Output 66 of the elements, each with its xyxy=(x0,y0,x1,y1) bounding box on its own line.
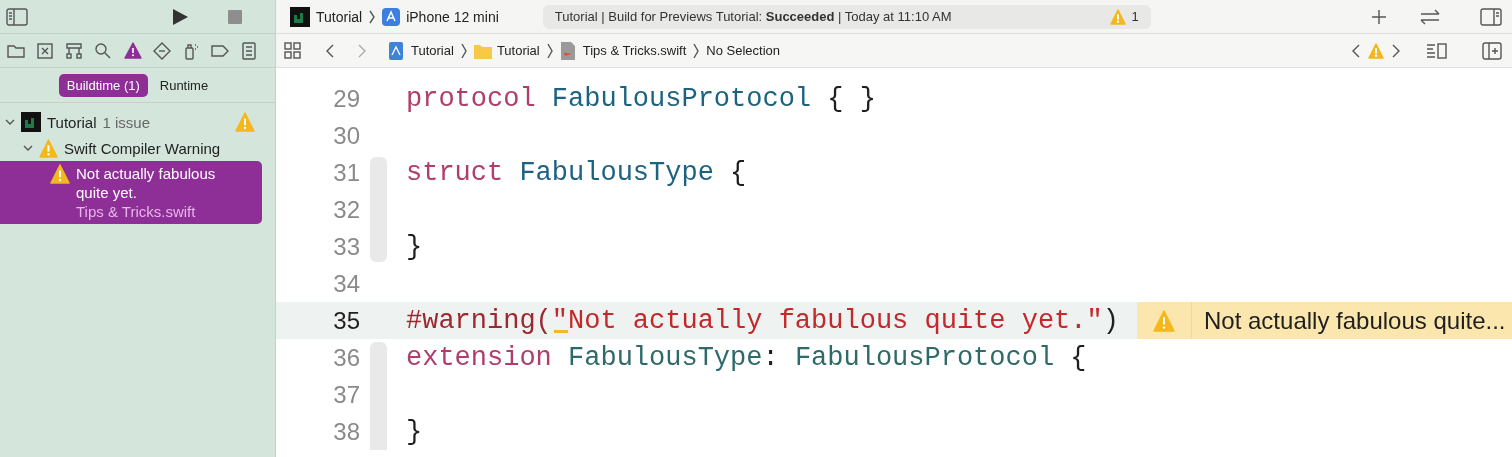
back-icon[interactable] xyxy=(324,42,336,59)
swap-arrows-icon[interactable] xyxy=(1418,7,1442,26)
stop-icon[interactable] xyxy=(227,8,243,25)
code-line: } xyxy=(406,416,423,447)
segment-tab[interactable]: Buildtime (1) xyxy=(58,73,148,97)
list-icon[interactable] xyxy=(239,40,259,61)
line-number: 33 xyxy=(332,232,360,261)
x-box-icon[interactable] xyxy=(35,40,56,61)
breadcrumb-item[interactable]: Tutorial xyxy=(411,43,454,58)
line-number: 36 xyxy=(332,343,360,372)
code-line: } xyxy=(406,231,423,262)
line-number: 38 xyxy=(332,417,360,446)
warning-icon[interactable] xyxy=(122,40,143,61)
code-line: extension FabulousType: FabulousProtocol { xyxy=(406,342,1087,373)
app-icon xyxy=(290,6,310,27)
line-number: 34 xyxy=(332,269,360,298)
warning-icon xyxy=(235,112,255,132)
line-number: 37 xyxy=(332,380,360,409)
warning-icon xyxy=(50,164,70,184)
chevron-icon xyxy=(459,41,468,60)
file-name: Tips & Tricks.swift xyxy=(76,202,197,221)
hierarchy-icon[interactable] xyxy=(64,40,85,61)
forward-icon[interactable] xyxy=(1390,42,1402,59)
line-number: 29 xyxy=(332,84,360,113)
issue-message: Not actually fabulous quite yet. xyxy=(76,164,217,202)
code-line: #warning("Not actually fabulous quite yet.") xyxy=(406,305,1119,336)
disclosure-icon[interactable] xyxy=(5,117,15,127)
warning-icon xyxy=(39,138,58,158)
add-editor-icon[interactable] xyxy=(1482,41,1502,60)
segment-tab[interactable]: Runtime xyxy=(151,73,217,97)
code-line: struct FabulousType { xyxy=(406,157,747,188)
breadcrumb-item[interactable]: Tips & Tricks.swift xyxy=(582,43,687,58)
breadcrumb-item[interactable]: Tutorial xyxy=(496,43,540,58)
chevron-icon xyxy=(368,8,377,25)
issue-count: 1 issue xyxy=(102,113,150,131)
breadcrumb-item[interactable]: No Selection xyxy=(706,43,780,58)
issue-row[interactable]: Not actually fabulous quite yet. Tips & Tricks.swift xyxy=(0,161,262,224)
project-icon xyxy=(388,41,406,60)
line-number: 35 xyxy=(332,306,360,335)
scheme-name[interactable]: Tutorial xyxy=(316,8,363,25)
app-icon xyxy=(21,112,41,132)
device-name[interactable]: iPhone 12 mini xyxy=(406,8,499,25)
line-number: 31 xyxy=(332,158,360,187)
tree-item[interactable]: Swift Compiler Warning xyxy=(64,139,221,157)
tree-item[interactable]: Tutorial xyxy=(47,113,97,131)
chevron-icon xyxy=(545,41,554,60)
line-number: 32 xyxy=(332,195,360,224)
warning-icon xyxy=(1153,309,1175,332)
chevron-icon xyxy=(692,41,701,60)
back-icon[interactable] xyxy=(1350,42,1362,59)
code-line: protocol FabulousProtocol { } xyxy=(406,83,876,114)
swift-file-icon xyxy=(559,41,578,60)
warning-count: 1 xyxy=(1131,9,1139,24)
warning-icon xyxy=(1109,8,1126,25)
sidebar-icon[interactable] xyxy=(6,7,28,26)
diamond-icon[interactable] xyxy=(151,40,172,61)
play-icon[interactable] xyxy=(171,7,189,26)
inspector-icon[interactable] xyxy=(1480,7,1502,26)
warning-annotation[interactable]: Not actually fabulous quite... xyxy=(1137,302,1512,339)
build-status: Tutorial | Build for Previews Tutorial: Succeeded | Today at 11:10 AM xyxy=(554,9,952,24)
device-icon xyxy=(382,7,401,26)
line-number: 30 xyxy=(332,121,360,150)
minimap-icon[interactable] xyxy=(1426,41,1448,60)
plus-icon[interactable] xyxy=(1370,7,1388,26)
grid-icon[interactable] xyxy=(284,41,302,60)
disclosure-icon[interactable] xyxy=(23,143,33,153)
